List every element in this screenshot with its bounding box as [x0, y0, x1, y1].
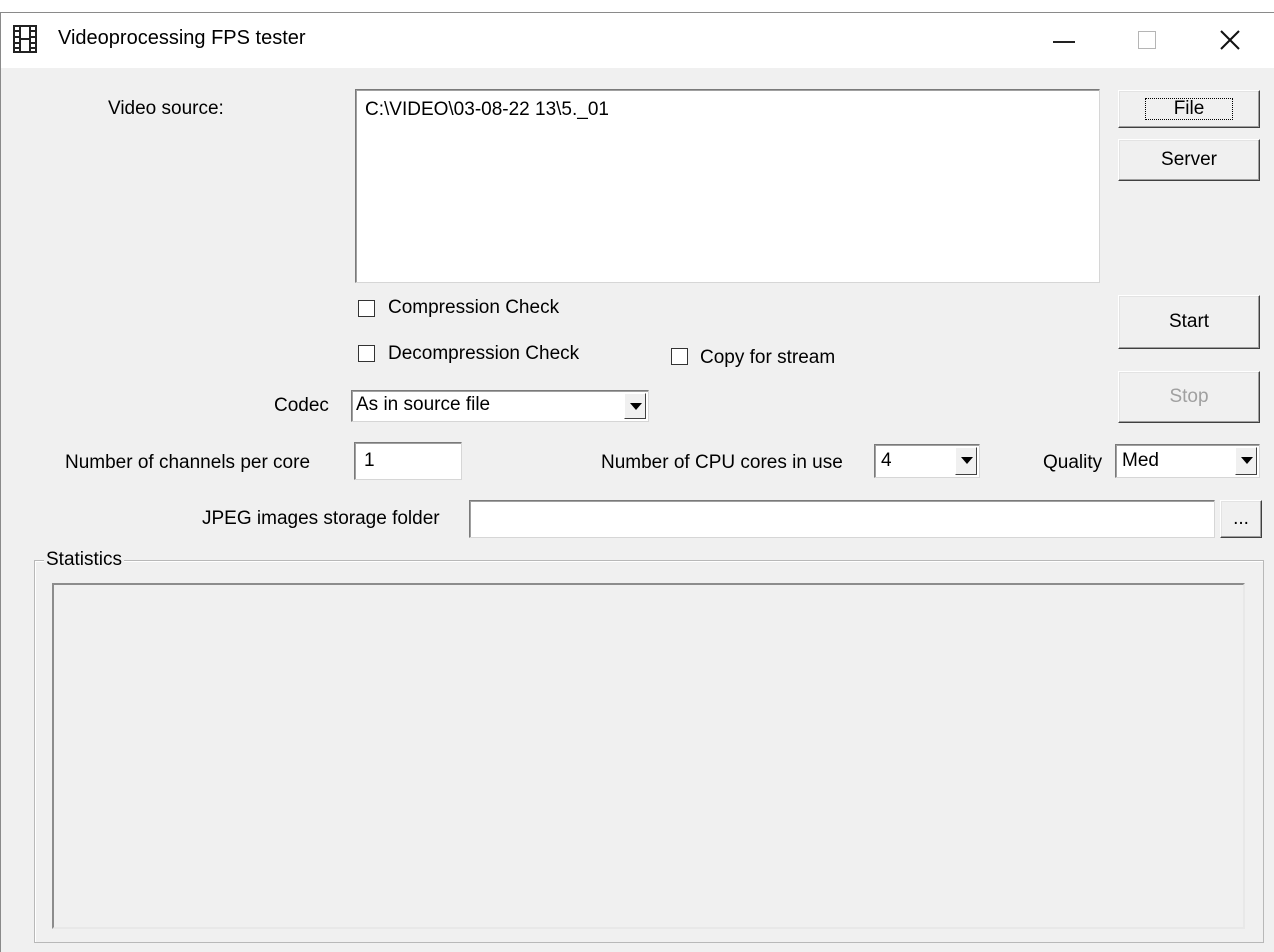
file-button[interactable]: File [1118, 90, 1260, 128]
codec-value: As in source file [356, 394, 491, 415]
codec-select[interactable]: As in source file [351, 390, 649, 422]
quality-value: Med [1122, 450, 1159, 471]
browse-button-label: ... [1233, 508, 1249, 529]
statistics-output[interactable] [52, 583, 1245, 929]
channels-input[interactable]: 1 [354, 442, 462, 480]
stop-button-label: Stop [1169, 386, 1209, 407]
maximize-icon[interactable] [1118, 13, 1178, 68]
channels-value: 1 [364, 450, 375, 471]
decompression-check-label[interactable]: Decompression Check [388, 343, 579, 365]
window-title: Videoprocessing FPS tester [58, 27, 306, 49]
cpu-cores-select[interactable]: 4 [874, 444, 980, 478]
video-source-input[interactable]: C:\VIDEO\03-08-22 13\5._01 [355, 89, 1100, 283]
statistics-label: Statistics [44, 549, 125, 571]
start-button-label: Start [1168, 311, 1210, 332]
jpeg-folder-input[interactable] [469, 500, 1215, 538]
jpeg-folder-label: JPEG images storage folder [202, 508, 440, 529]
codec-label: Codec [274, 395, 329, 416]
cpu-cores-value: 4 [881, 450, 892, 471]
minimize-icon[interactable] [1036, 13, 1096, 68]
browse-button[interactable]: ... [1220, 500, 1262, 538]
chevron-down-icon[interactable] [624, 393, 646, 419]
copy-for-stream-label[interactable]: Copy for stream [700, 347, 835, 369]
quality-select[interactable]: Med [1115, 444, 1260, 478]
video-source-label: Video source: [108, 98, 224, 119]
quality-label: Quality [1043, 452, 1103, 473]
cpu-cores-label: Number of CPU cores in use [601, 452, 843, 473]
decompression-check-checkbox[interactable] [358, 345, 375, 362]
compression-check-checkbox[interactable] [358, 300, 375, 317]
start-button[interactable]: Start [1118, 295, 1260, 349]
server-button-label: Server [1161, 149, 1217, 170]
film-icon [12, 25, 38, 53]
video-source-value: C:\VIDEO\03-08-22 13\5._01 [365, 99, 609, 120]
close-icon[interactable] [1201, 13, 1261, 68]
channels-label: Number of channels per core [65, 452, 311, 473]
server-button[interactable]: Server [1118, 139, 1260, 181]
chevron-down-icon[interactable] [1235, 447, 1257, 475]
chevron-down-icon[interactable] [955, 447, 977, 475]
title-bar[interactable]: Videoprocessing FPS tester [1, 13, 1274, 68]
stop-button[interactable]: Stop [1118, 371, 1260, 423]
compression-check-label[interactable]: Compression Check [388, 297, 559, 319]
app-window: Videoprocessing FPS tester Video source:… [0, 12, 1274, 952]
file-button-label: File [1144, 98, 1234, 120]
copy-for-stream-checkbox[interactable] [671, 348, 688, 365]
